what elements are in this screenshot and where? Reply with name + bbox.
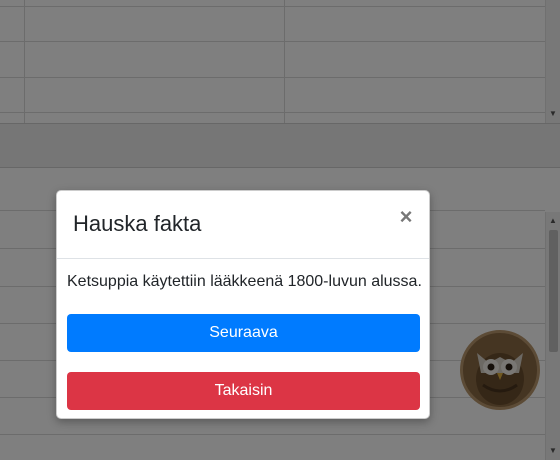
modal-header: Hauska fakta ×	[57, 191, 429, 259]
modal-title: Hauska fakta	[73, 211, 202, 236]
back-button[interactable]: Takaisin	[67, 372, 420, 410]
fun-fact-modal: Hauska fakta × Ketsuppia käytettiin lääk…	[56, 190, 430, 419]
next-button[interactable]: Seuraava	[67, 314, 420, 352]
close-icon[interactable]: ×	[397, 206, 415, 228]
fact-text: Ketsuppia käytettiin lääkkeenä 1800-luvu…	[67, 273, 422, 290]
